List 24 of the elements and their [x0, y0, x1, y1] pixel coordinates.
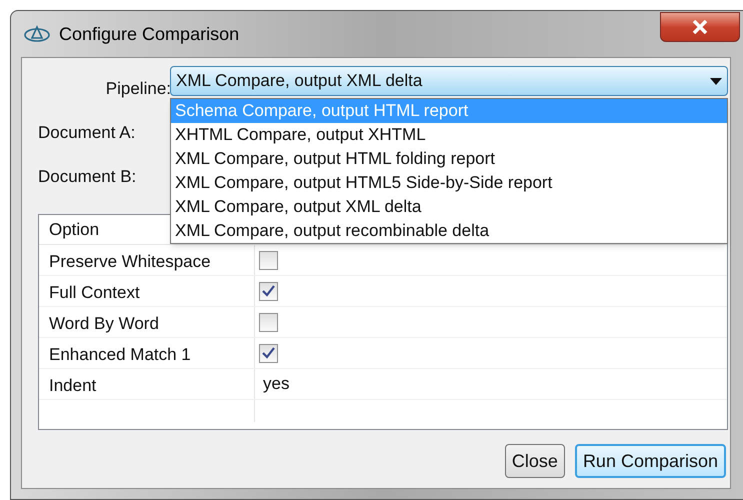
dialog-button[interactable]: Close: [504, 444, 565, 478]
option-name: Word By Word: [39, 307, 255, 337]
dropdown-option[interactable]: XML Compare, output HTML folding report: [171, 147, 727, 171]
document-b-label: Document B:: [38, 166, 136, 188]
close-button[interactable]: [660, 12, 740, 42]
dropdown-option[interactable]: XML Compare, output HTML5 Side-by-Side report: [171, 171, 727, 195]
option-name: Preserve Whitespace: [39, 245, 255, 275]
checkbox[interactable]: [259, 250, 278, 270]
checkbox[interactable]: [259, 282, 278, 300]
pipeline-label: Pipeline:: [104, 78, 171, 100]
dropdown-option[interactable]: XHTML Compare, output XHTML: [171, 123, 727, 147]
pipeline-dropdown[interactable]: XML Compare, output XML delta: [170, 66, 728, 96]
dropdown-caret-icon: [710, 78, 722, 84]
checkbox[interactable]: [259, 344, 278, 362]
close-icon: [691, 20, 709, 34]
option-name: Enhanced Match 1: [39, 338, 255, 368]
option-name: Full Context: [39, 276, 255, 306]
option-value: yes: [262, 373, 290, 396]
checkbox[interactable]: [259, 312, 278, 332]
option-name: Indent: [39, 369, 255, 399]
window-title: Configure Comparison: [59, 22, 240, 46]
dialog-button[interactable]: Run Comparison: [574, 444, 726, 478]
document-a-label: Document A:: [38, 122, 136, 144]
app-logo-icon: [23, 24, 51, 44]
